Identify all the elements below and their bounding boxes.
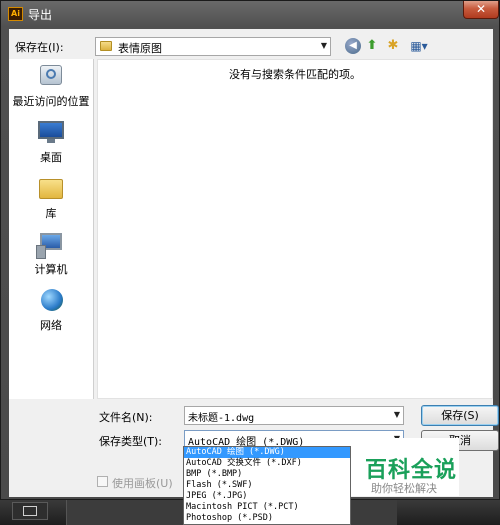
window-title: 导出 bbox=[28, 8, 53, 22]
taskbar-window-button[interactable] bbox=[12, 502, 48, 520]
filetype-option[interactable]: JPEG (*.JPG) bbox=[184, 491, 350, 502]
filename-input[interactable]: 未标题-1.dwg ▼ bbox=[184, 406, 404, 425]
filetype-option[interactable]: AutoCAD 交换文件 (*.DXF) bbox=[184, 458, 350, 469]
location-dropdown[interactable]: 表情原图 ▼ bbox=[95, 37, 331, 56]
back-icon[interactable]: ◀ bbox=[345, 38, 361, 54]
view-menu-icon[interactable]: ▦▾ bbox=[407, 38, 431, 54]
watermark: 百科全说 助你轻松解决 bbox=[351, 438, 459, 496]
dialog-body: 保存在(I): 表情原图 ▼ ◀ ⬆ ✱ ▦▾ 最近访问的位置 桌面 库 计算机… bbox=[9, 29, 499, 497]
close-button[interactable]: ✕ bbox=[463, 1, 499, 19]
folder-icon bbox=[100, 41, 112, 51]
location-text: 表情原图 bbox=[118, 42, 162, 55]
filetype-dropdown-list[interactable]: AutoCAD 绘图 (*.DWG) AutoCAD 交换文件 (*.DXF) … bbox=[183, 446, 351, 525]
desktop-icon bbox=[36, 119, 66, 145]
filename-label: 文件名(N): bbox=[99, 411, 153, 424]
place-recent[interactable]: 最近访问的位置 bbox=[9, 63, 93, 109]
filename-value: 未标题-1.dwg bbox=[188, 413, 255, 424]
places-bar: 最近访问的位置 桌面 库 计算机 网络 bbox=[9, 59, 94, 399]
filetype-option[interactable]: Flash (*.SWF) bbox=[184, 480, 350, 491]
place-library[interactable]: 库 bbox=[9, 175, 93, 221]
file-list[interactable]: 没有与搜索条件匹配的项。 bbox=[97, 59, 493, 399]
use-artboards-label: 使用画板(U) bbox=[112, 477, 173, 490]
title-bar[interactable]: Ai 导出 ✕ bbox=[1, 1, 499, 25]
filetype-option[interactable]: AutoCAD 绘图 (*.DWG) bbox=[184, 447, 350, 458]
filetype-option[interactable]: Macintosh PICT (*.PCT) bbox=[184, 502, 350, 513]
export-dialog: Ai 导出 ✕ 保存在(I): 表情原图 ▼ ◀ ⬆ ✱ ▦▾ 最近访问的位置 … bbox=[0, 0, 500, 500]
filetype-option[interactable]: BMP (*.BMP) bbox=[184, 469, 350, 480]
watermark-tagline: 助你轻松解决 bbox=[371, 482, 437, 495]
new-folder-icon[interactable]: ✱ bbox=[385, 38, 401, 54]
window-icon bbox=[23, 506, 37, 516]
place-label: 最近访问的位置 bbox=[12, 95, 90, 108]
computer-icon bbox=[36, 231, 66, 259]
illustrator-app-icon: Ai bbox=[8, 7, 23, 21]
place-network[interactable]: 网络 bbox=[9, 287, 93, 333]
chevron-down-icon: ▼ bbox=[320, 41, 327, 50]
filetype-option[interactable]: Photoshop (*.PSD) bbox=[184, 513, 350, 524]
place-label: 网络 bbox=[40, 319, 62, 332]
filetype-label: 保存类型(T): bbox=[99, 435, 163, 448]
network-icon bbox=[36, 287, 66, 313]
place-desktop[interactable]: 桌面 bbox=[9, 119, 93, 165]
library-icon bbox=[36, 175, 66, 201]
use-artboards-checkbox bbox=[97, 476, 108, 487]
save-in-label: 保存在(I): bbox=[15, 41, 64, 54]
up-folder-icon[interactable]: ⬆ bbox=[364, 38, 380, 54]
chevron-down-icon[interactable]: ▼ bbox=[394, 410, 400, 419]
empty-results-message: 没有与搜索条件匹配的项。 bbox=[229, 68, 361, 81]
recent-places-icon bbox=[36, 63, 66, 89]
save-button[interactable]: 保存(S) bbox=[421, 405, 499, 426]
place-label: 库 bbox=[45, 207, 57, 220]
place-label: 计算机 bbox=[34, 263, 68, 276]
place-computer[interactable]: 计算机 bbox=[9, 231, 93, 277]
place-label: 桌面 bbox=[40, 151, 62, 164]
